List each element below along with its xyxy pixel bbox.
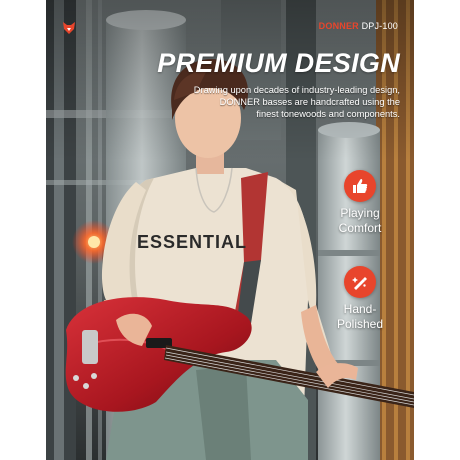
feature-label: Polished (336, 317, 384, 331)
brand-model-label: DONNER DPJ-100 (319, 21, 398, 31)
donner-fox-logo-icon (63, 22, 75, 34)
feature-label: Playing (340, 206, 380, 220)
headline: PREMIUM DESIGN (157, 48, 400, 78)
shirt-print: ESSENTIAL (137, 232, 248, 252)
feature-label: Comfort (338, 221, 382, 235)
product-banner: ESSENTIAL DONNER DPJ-100 PREMIUM DESIGN … (46, 0, 414, 460)
description-line: finest tonewoods and components. (256, 109, 400, 119)
feature-hand-polished: Hand- Polished (320, 266, 400, 332)
hand-polish-icon (344, 266, 376, 298)
description-line: Drawing upon decades of industry-leading… (193, 85, 400, 95)
description: Drawing upon decades of industry-leading… (160, 84, 400, 120)
model-name: DPJ-100 (361, 21, 398, 31)
description-line: DONNER basses are handcrafted using the (219, 97, 400, 107)
feature-label: Hand- (343, 302, 377, 316)
thumbs-up-icon (344, 170, 376, 202)
feature-playing-comfort: Playing Comfort (320, 170, 400, 236)
brand-name: DONNER (318, 21, 359, 31)
